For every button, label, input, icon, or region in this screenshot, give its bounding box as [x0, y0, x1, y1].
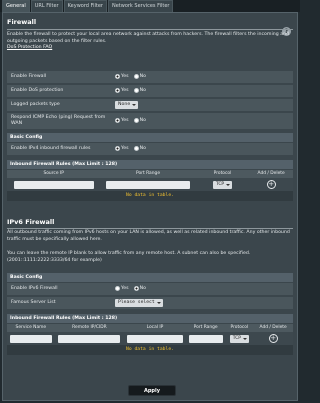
- enable-dos-options: Yes No: [115, 88, 151, 93]
- radio-label-no: No: [139, 88, 146, 93]
- ipv6-protocol-select[interactable]: TCP: [229, 334, 249, 343]
- radio-label-no: No: [139, 286, 146, 291]
- col-service-name: Service Name: [15, 325, 47, 330]
- radio-label-yes: Yes: [121, 286, 129, 291]
- col-port-range: Port Range: [193, 325, 218, 330]
- divider: [7, 29, 293, 30]
- radio-label-yes: Yes: [121, 88, 129, 93]
- col-local-ip: Local IP: [146, 325, 164, 330]
- famous-server-value: Please select: [115, 299, 163, 307]
- enable-ipv6-yes-radio[interactable]: [115, 286, 120, 291]
- enable-firewall-label: Enable Firewall: [11, 74, 47, 79]
- col-remote-ip: Remote IP/CIDR: [72, 325, 107, 330]
- firewall-description: Enable the firewall to protect your loca…: [7, 32, 290, 44]
- radio-label-no: No: [139, 118, 146, 123]
- ipv4-inbound-no-radio[interactable]: [133, 146, 139, 151]
- ipv4-inbound-yes-radio[interactable]: [115, 146, 120, 151]
- tab-bar: General URL Filter Keyword Filter Networ…: [0, 0, 300, 12]
- logged-packets-row: Logged packets type None: [7, 99, 293, 112]
- enable-ipv6-options: Yes No: [115, 286, 151, 291]
- ipv4-inbound-row: Enable IPv4 inbound firewall rules Yes N…: [7, 143, 293, 156]
- col-add-delete: Add / Delete: [257, 171, 285, 176]
- col-protocol: Protocol: [213, 171, 232, 176]
- ipv4-inbound-options: Yes No: [115, 146, 151, 151]
- no-data-message: No data in table.: [7, 191, 293, 201]
- enable-ipv6-row: Enable IPv6 Firewall Yes No: [7, 283, 293, 296]
- enable-firewall-yes-radio[interactable]: [115, 74, 120, 79]
- famous-server-select[interactable]: Please select: [115, 299, 163, 307]
- source-ip-input[interactable]: [13, 180, 94, 189]
- icmp-yes-radio[interactable]: [115, 118, 120, 123]
- inbound-rules-header: Inbound Firewall Rules (Max Limit : 128): [7, 160, 293, 169]
- enable-ipv6-no-radio[interactable]: [133, 286, 139, 291]
- firewall-title: Firewall: [7, 18, 37, 26]
- table-header: Source IP Port Range Protocol Add / Dele…: [7, 170, 293, 178]
- ipv4-inbound-label: Enable IPv4 inbound firewall rules: [11, 146, 91, 151]
- no-data-message: No data in table.: [7, 345, 293, 355]
- ipv6-title: IPv6 Firewall: [7, 218, 55, 226]
- logged-packets-value: None: [115, 101, 139, 109]
- ipv6-description-1: All outbound traffic coming from IPv6 ho…: [7, 230, 290, 242]
- famous-server-label: Famous Server List: [11, 300, 56, 305]
- enable-dos-no-radio[interactable]: [133, 88, 139, 93]
- inbound-rules-table: Source IP Port Range Protocol Add / Dele…: [7, 170, 293, 201]
- radio-label-yes: Yes: [121, 146, 129, 151]
- icmp-label: Respond ICMP Echo (ping) Request from WA…: [11, 115, 106, 126]
- table-input-row: TCP +: [7, 332, 293, 345]
- ipv6-inbound-rules-header: Inbound Firewall Rules (Max Limit : 128): [7, 314, 293, 323]
- basic-config-header: Basic Config: [7, 133, 293, 142]
- ipv6-description-2: You can leave the remote IP blank to all…: [7, 251, 251, 263]
- col-port-range: Port Range: [136, 171, 161, 176]
- ipv6-basic-config-header: Basic Config: [7, 273, 293, 282]
- enable-firewall-no-radio[interactable]: [133, 74, 139, 79]
- table-input-row: TCP +: [7, 178, 293, 191]
- port-range-input[interactable]: [106, 180, 190, 189]
- enable-firewall-options: Yes No: [115, 74, 151, 79]
- tab-general[interactable]: General: [2, 0, 30, 12]
- apply-button[interactable]: Apply: [128, 385, 176, 396]
- dos-faq-link[interactable]: DoS Protection FAQ: [7, 45, 52, 50]
- service-name-input[interactable]: [9, 334, 52, 343]
- tab-keyword-filter[interactable]: Keyword Filter: [63, 0, 107, 12]
- enable-dos-yes-radio[interactable]: [115, 88, 120, 93]
- remote-ip-input[interactable]: [58, 334, 121, 343]
- col-add-delete: Add / Delete: [259, 325, 287, 330]
- ipv6-port-range-input[interactable]: [188, 334, 223, 343]
- radio-label-no: No: [139, 74, 146, 79]
- icmp-options: Yes No: [115, 118, 151, 123]
- radio-label-yes: Yes: [121, 74, 129, 79]
- enable-dos-row: Enable DoS protection Yes No: [7, 85, 293, 98]
- add-icon[interactable]: +: [266, 180, 276, 189]
- local-ip-input[interactable]: [126, 334, 183, 343]
- enable-firewall-row: Enable Firewall Yes No: [7, 71, 293, 84]
- col-protocol: Protocol: [230, 325, 249, 330]
- protocol-select[interactable]: TCP: [212, 180, 233, 189]
- col-source-ip: Source IP: [43, 171, 64, 176]
- radio-label-no: No: [139, 146, 146, 151]
- add-icon[interactable]: +: [268, 334, 278, 343]
- ipv6-inbound-rules-table: Service Name Remote IP/CIDR Local IP Por…: [7, 324, 293, 355]
- famous-server-row: Famous Server List Please select: [7, 297, 293, 310]
- firewall-panel: Firewall ? Enable the firewall to protec…: [2, 12, 298, 401]
- tab-network-services-filter[interactable]: Network Services Filter: [107, 0, 174, 12]
- logged-packets-label: Logged packets type: [11, 102, 60, 107]
- table-header: Service Name Remote IP/CIDR Local IP Por…: [7, 324, 293, 332]
- icmp-no-radio[interactable]: [133, 118, 139, 123]
- logged-packets-select[interactable]: None: [115, 101, 139, 109]
- icmp-row: Respond ICMP Echo (ping) Request from WA…: [7, 113, 293, 130]
- enable-dos-label: Enable DoS protection: [11, 88, 64, 93]
- tab-url-filter[interactable]: URL Filter: [30, 0, 63, 12]
- radio-label-yes: Yes: [121, 118, 129, 123]
- enable-ipv6-label: Enable IPv6 Firewall: [11, 286, 58, 291]
